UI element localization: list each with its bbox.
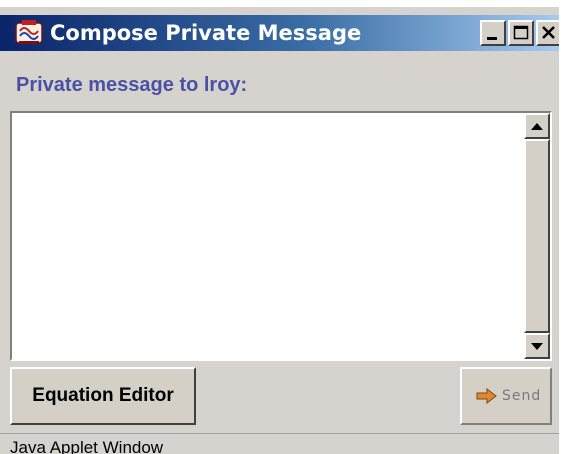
scroll-down-button[interactable] (524, 333, 550, 359)
vertical-scrollbar[interactable] (524, 113, 550, 359)
arrow-down-icon (531, 343, 543, 350)
java-applet-icon (14, 19, 44, 47)
window-title: Compose Private Message (50, 21, 362, 45)
close-icon (542, 26, 555, 39)
equation-editor-button[interactable]: Equation Editor (10, 367, 196, 425)
maximize-icon (513, 25, 529, 40)
arrow-right-icon (476, 388, 497, 404)
message-input[interactable] (12, 113, 524, 359)
message-area (10, 111, 552, 361)
send-button[interactable]: Send (460, 367, 552, 425)
send-label: Send (502, 388, 542, 404)
compose-private-message-window: Compose Private Message Private message … (0, 0, 561, 454)
close-button[interactable] (536, 20, 559, 46)
minimize-button[interactable] (480, 20, 506, 46)
scroll-thumb[interactable] (524, 139, 550, 333)
recipient-header: Private message to lroy: (16, 74, 248, 96)
maximize-button[interactable] (508, 20, 534, 46)
scroll-up-button[interactable] (524, 113, 550, 139)
status-bar: Java Applet Window (0, 433, 559, 454)
arrow-up-icon (531, 123, 543, 130)
minimize-icon (487, 37, 497, 40)
title-bar[interactable]: Compose Private Message (0, 15, 559, 51)
button-bar: Equation Editor Send (10, 367, 552, 425)
status-text: Java Applet Window (10, 438, 164, 454)
